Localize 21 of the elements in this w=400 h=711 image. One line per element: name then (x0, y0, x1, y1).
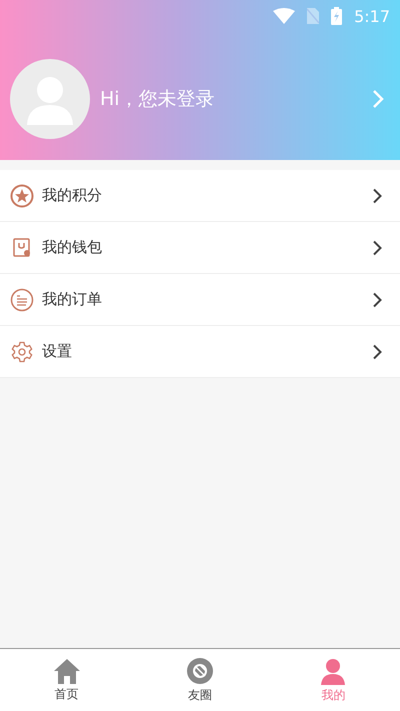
status-time: 5:17 (354, 6, 390, 26)
wifi-icon (273, 8, 296, 24)
aperture-icon (186, 656, 214, 684)
chevron-right-icon (372, 240, 382, 256)
home-icon (52, 658, 81, 684)
avatar-icon[interactable] (10, 59, 90, 139)
nav-tab[interactable]: 友圈 (154, 649, 245, 711)
chevron-right-icon (372, 344, 382, 360)
menu-item[interactable]: 我的积分 (0, 170, 400, 222)
settings-icon (10, 340, 34, 364)
chevron-right-icon (372, 292, 382, 308)
chevron-right-icon (372, 188, 382, 204)
list-icon (10, 288, 34, 312)
nav-tab[interactable]: 首页 (22, 649, 112, 711)
person-icon (319, 656, 348, 684)
menu-item[interactable]: 我的钱包 (0, 222, 400, 274)
menu-item[interactable]: 设置 (0, 326, 400, 378)
chevron-right-icon[interactable] (372, 89, 384, 109)
menu-item[interactable]: 我的订单 (0, 274, 400, 326)
battery-icon (331, 7, 342, 25)
no-sim-icon (307, 8, 320, 24)
